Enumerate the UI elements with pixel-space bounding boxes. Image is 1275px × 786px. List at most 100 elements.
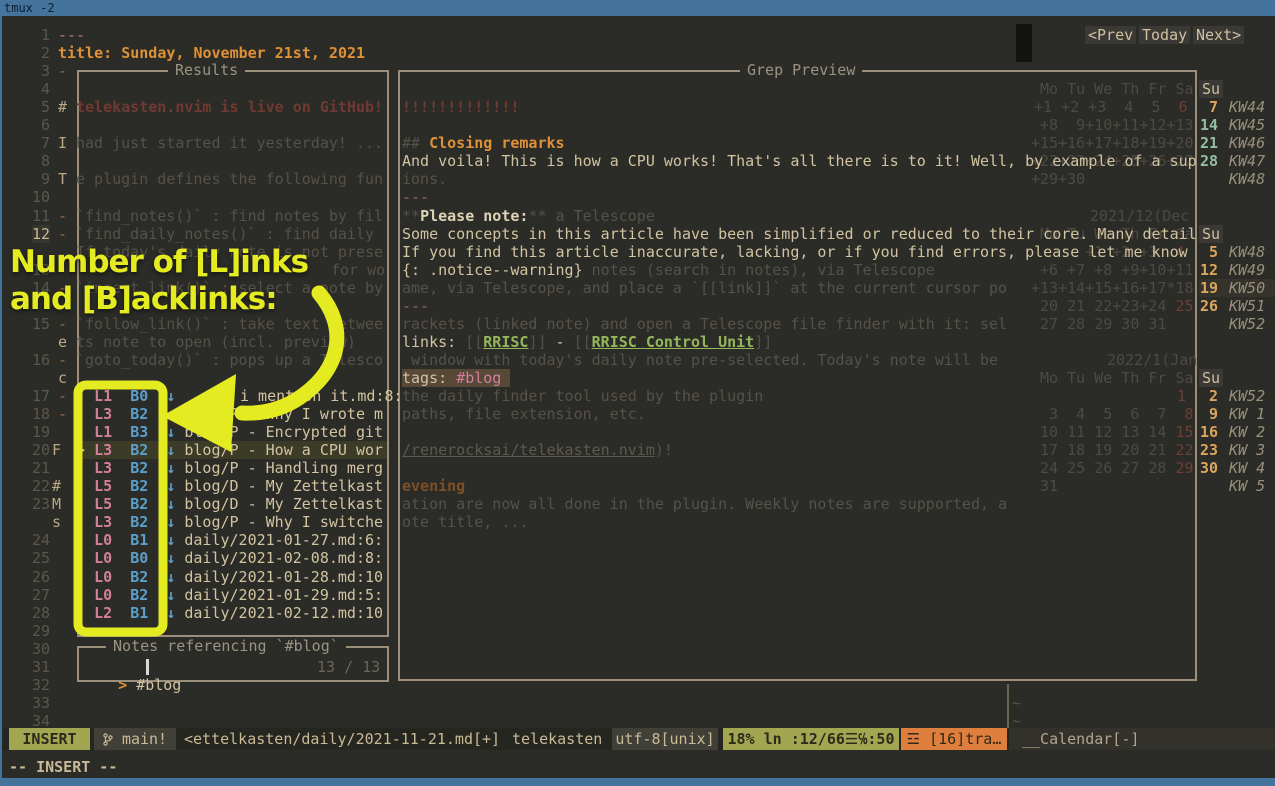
results-entry[interactable]: L5 B2 ↓ blog/D - My Zettelkast bbox=[76, 477, 383, 495]
text-segment: 15 bbox=[1166, 423, 1193, 441]
text-segment: 28 bbox=[1200, 152, 1218, 170]
text-segment bbox=[148, 441, 166, 459]
calendar-week-number: KW44 bbox=[1229, 98, 1265, 116]
gutter-ghost-char: # bbox=[52, 477, 61, 495]
text-segment: ~ bbox=[1012, 694, 1021, 712]
calendar-su-header: Su bbox=[1199, 225, 1223, 243]
calendar-sunday-date[interactable]: 23 bbox=[1199, 441, 1218, 459]
git-branch-icon bbox=[103, 730, 113, 748]
text-segment: ts note to open (incl. preview) bbox=[76, 333, 356, 351]
backlinks-count: B2 bbox=[130, 586, 148, 604]
text-segment: 12 bbox=[1200, 261, 1218, 279]
text-segment: 9 bbox=[1209, 405, 1218, 423]
calendar-sunday-date[interactable]: 19 bbox=[1199, 279, 1218, 297]
gutter-number: 19 bbox=[4, 423, 50, 441]
tabs-segment: ☲ [16]tra… bbox=[901, 728, 1007, 750]
text-segment: 27 bbox=[32, 586, 50, 604]
calendar-sunday-date[interactable]: 5 bbox=[1199, 243, 1218, 261]
gutter-ghost-char: - bbox=[58, 225, 67, 243]
preview-line: window with today's daily note pre-selec… bbox=[402, 351, 998, 369]
prompt-line[interactable]: > #blog bbox=[82, 658, 181, 712]
text-segment: 1 bbox=[41, 26, 50, 44]
text-segment: 25 bbox=[1166, 297, 1193, 315]
calendar-ghost-week-row: Mo Tu We Th Fr Sa bbox=[1040, 369, 1194, 387]
gutter-number: 27 bbox=[4, 586, 50, 604]
text-segment bbox=[112, 423, 130, 441]
results-entry[interactable]: L2 B1 ↓ daily/2021-02-12.md:10 bbox=[76, 604, 383, 622]
preview-line: ## Closing remarks bbox=[402, 134, 565, 152]
text-segment: - bbox=[58, 387, 67, 405]
calendar-week-number: KW47 bbox=[1229, 152, 1265, 170]
entry-name: i mention it.md:8: bbox=[240, 387, 403, 405]
gutter-number: 24 bbox=[4, 531, 50, 549]
text-segment: tags: bbox=[402, 369, 456, 387]
tmux-title: tmux -2 bbox=[4, 1, 55, 15]
gutter-number: 7 bbox=[4, 134, 50, 152]
text-segment: 7 bbox=[41, 134, 50, 152]
results-entry[interactable]: L5 B2 ↓ blog/D - My Zettelkast bbox=[76, 495, 383, 513]
text-segment: evening bbox=[402, 477, 465, 495]
results-entry[interactable]: L1 B0 ↓ bbox=[76, 387, 175, 405]
entry-name: blog/P - Why I switche bbox=[184, 513, 383, 531]
calendar-sunday-date[interactable]: 12 bbox=[1199, 261, 1218, 279]
calendar-week-number: KW49 bbox=[1229, 261, 1265, 279]
backlinks-count: B2 bbox=[130, 405, 148, 423]
calendar-week-number: KW45 bbox=[1229, 116, 1265, 134]
prompt-query-input[interactable]: #blog bbox=[136, 676, 181, 694]
results-entry[interactable]: L0 B2 ↓ daily/2021-01-29.md:5: bbox=[76, 586, 383, 604]
text-segment: 10 11 12 13 14 bbox=[1031, 423, 1166, 441]
down-arrow-icon: ↓ bbox=[166, 586, 175, 604]
calendar-next-button[interactable]: Next> bbox=[1193, 26, 1244, 44]
results-entry[interactable]: L0 B2 ↓ daily/2021-01-28.md:10 bbox=[76, 568, 383, 586]
calendar-today-button[interactable]: Today bbox=[1139, 26, 1190, 44]
preview-line: evening bbox=[402, 477, 465, 495]
calendar-ghost-week-row: 24 25 26 27 28 29 bbox=[1031, 459, 1194, 477]
calendar-sunday-date[interactable]: 30 bbox=[1199, 459, 1218, 477]
calendar-week-number: KW52 bbox=[1229, 387, 1265, 405]
text-segment: Su bbox=[1199, 80, 1223, 98]
text-segment: 25 bbox=[32, 549, 50, 567]
text-segment: - bbox=[58, 207, 67, 225]
calendar-sunday-date[interactable]: 26 bbox=[1199, 297, 1218, 315]
results-entry[interactable]: > L3 B2 ↓ blog/P - How a CPU wor bbox=[76, 441, 383, 459]
text-segment: - bbox=[58, 225, 67, 243]
results-entry[interactable]: L3 B2 ↓ blog/P - Why I switche bbox=[76, 513, 383, 531]
text-segment bbox=[148, 387, 166, 405]
text-segment: +1 +2 +3 4 5 bbox=[1034, 98, 1169, 116]
text-segment: 18 bbox=[32, 405, 50, 423]
entry-caret bbox=[76, 604, 94, 622]
text-segment bbox=[112, 441, 130, 459]
links-count: L3 bbox=[94, 441, 112, 459]
text-segment: RRISC bbox=[483, 333, 528, 351]
text-segment: 12 bbox=[32, 225, 50, 243]
calendar-sunday-date[interactable]: 14 bbox=[1199, 116, 1218, 134]
calendar-sunday-date[interactable]: 21 bbox=[1199, 134, 1218, 152]
down-arrow-icon: ↓ bbox=[166, 441, 175, 459]
results-bleed-line: had just started it yesterday! ... bbox=[76, 134, 383, 152]
calendar-sunday-date[interactable]: 16 bbox=[1199, 423, 1218, 441]
text-segment: [[ bbox=[465, 333, 483, 351]
text-segment: 2022/1(Jan bbox=[1107, 351, 1197, 369]
text-segment bbox=[112, 387, 130, 405]
calendar-sunday-date[interactable]: 7 bbox=[1199, 98, 1218, 116]
results-entry[interactable]: L1 B3 ↓ blog/P - Encrypted git bbox=[76, 423, 383, 441]
text-segment bbox=[112, 405, 130, 423]
results-entry[interactable]: L0 B0 ↓ daily/2021-02-08.md:8: bbox=[76, 549, 383, 567]
results-entry[interactable]: L3 B2 ↓ blog/P - Handling merg bbox=[76, 459, 383, 477]
text-segment bbox=[112, 513, 130, 531]
results-entry[interactable]: L3 B2 ↓ blog/P - Why I wrote m bbox=[76, 405, 383, 423]
backlinks-count: B0 bbox=[130, 549, 148, 567]
text-segment: 11 bbox=[32, 207, 50, 225]
calendar-ghost-week-row: +29+30 bbox=[1031, 170, 1085, 188]
results-entry[interactable]: L0 B1 ↓ daily/2021-01-27.md:6: bbox=[76, 531, 383, 549]
calendar-sunday-date[interactable]: 9 bbox=[1199, 405, 1218, 423]
calendar-prev-button[interactable]: <Prev bbox=[1085, 26, 1136, 44]
calendar-sunday-date[interactable]: 2 bbox=[1199, 387, 1218, 405]
entry-caret bbox=[76, 495, 94, 513]
calendar-sunday-date[interactable]: 28 bbox=[1199, 152, 1218, 170]
encoding-segment: utf-8[unix] bbox=[612, 728, 718, 750]
gutter-number: 20 bbox=[4, 441, 50, 459]
text-segment: 2021/12(Dec bbox=[1090, 207, 1189, 225]
gutter-number: 23 bbox=[4, 495, 50, 513]
entry-name: blog/P - Handling merg bbox=[184, 459, 383, 477]
